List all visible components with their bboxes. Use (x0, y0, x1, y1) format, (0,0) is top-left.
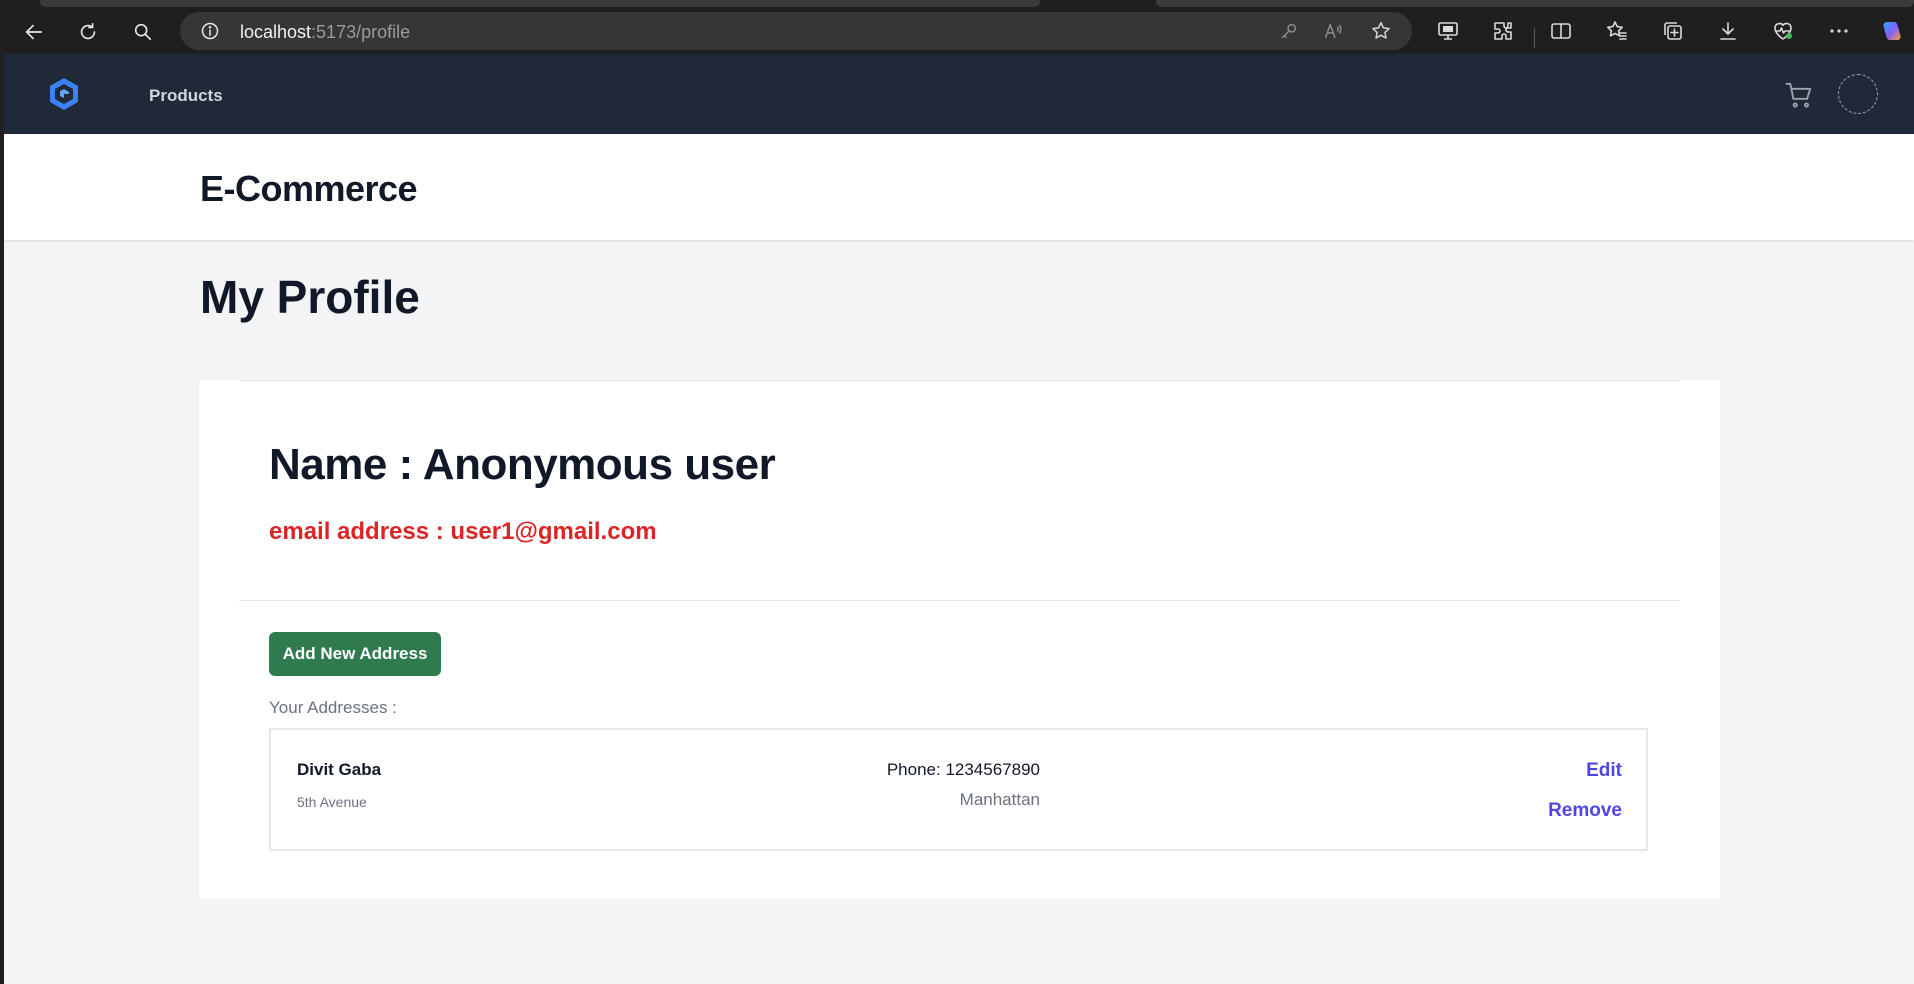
search-icon[interactable] (126, 15, 160, 49)
page-title: My Profile (200, 271, 420, 323)
cart-icon[interactable] (1784, 80, 1814, 110)
address-city: Manhattan (959, 790, 1040, 809)
edit-address-button[interactable]: Edit (1586, 760, 1622, 782)
profile-email: email address : user1@gmail.com (269, 518, 657, 545)
remove-address-button[interactable]: Remove (1548, 800, 1622, 822)
address-name: Divit Gaba (297, 760, 382, 779)
nav-products-link[interactable]: Products (149, 86, 223, 106)
screen-cast-icon[interactable] (1435, 18, 1461, 44)
logo-icon[interactable] (44, 74, 84, 114)
toolbar-divider (1534, 28, 1535, 48)
browser-essentials-icon[interactable] (1770, 18, 1796, 44)
address-bar[interactable]: localhost:5173/profile (180, 12, 1412, 50)
split-screen-icon[interactable] (1548, 18, 1574, 44)
addresses-heading: Your Addresses : (269, 698, 397, 717)
url-host: localhost (240, 22, 312, 42)
url-path: :5173/profile (311, 22, 411, 42)
key-icon[interactable] (1278, 20, 1300, 42)
browser-tab[interactable] (40, 0, 1040, 7)
browser-tab[interactable] (1156, 0, 1914, 7)
address-street: 5th Avenue (297, 794, 367, 810)
browser-tab-strip (0, 0, 1914, 8)
download-icon[interactable] (1715, 18, 1741, 44)
read-aloud-icon[interactable] (1322, 20, 1344, 42)
add-new-address-button[interactable]: Add New Address (269, 632, 441, 676)
address-phone: Phone: 1234567890 (886, 760, 1040, 779)
avatar[interactable] (1838, 74, 1878, 114)
browser-toolbar: localhost:5173/profile (0, 8, 1914, 54)
profile-card: Name : Anonymous user email address : us… (199, 380, 1720, 899)
favorites-icon[interactable] (1604, 18, 1630, 44)
app-navbar: Products (4, 54, 1914, 134)
refresh-icon[interactable] (71, 15, 105, 49)
extensions-icon[interactable] (1490, 18, 1516, 44)
divider (239, 600, 1680, 601)
address-item: Divit Gaba 5th Avenue Phone: 1234567890 … (269, 728, 1648, 851)
copilot-icon[interactable] (1878, 18, 1904, 44)
page-header: E-Commerce (4, 134, 1914, 240)
collections-icon[interactable] (1660, 18, 1686, 44)
site-info-icon[interactable] (200, 21, 220, 41)
more-icon[interactable] (1826, 18, 1852, 44)
back-icon[interactable] (17, 15, 51, 49)
url-text[interactable]: localhost:5173/profile (240, 22, 410, 43)
page-viewport: Products E-Commerce My Profile Name : An… (4, 54, 1914, 984)
profile-name: Name : Anonymous user (269, 440, 776, 489)
favorite-star-icon[interactable] (1370, 20, 1392, 42)
divider (239, 380, 1680, 381)
brand-title: E-Commerce (200, 168, 418, 209)
